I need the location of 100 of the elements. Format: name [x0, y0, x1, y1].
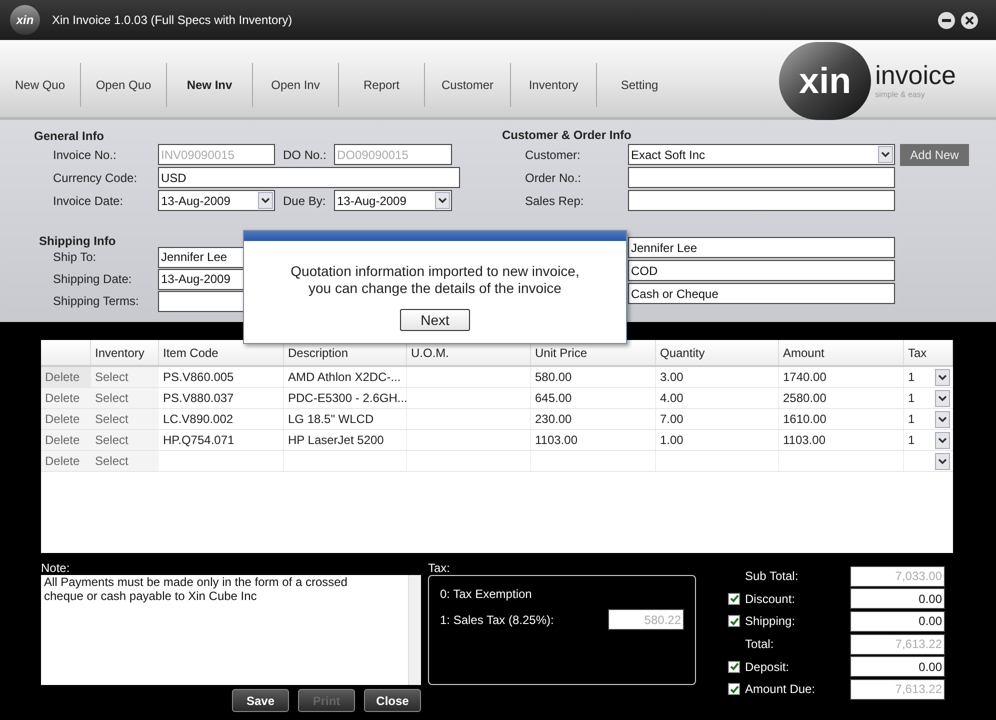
column-header[interactable]: Inventory: [91, 340, 159, 365]
scrollbar[interactable]: [408, 575, 421, 685]
input-field[interactable]: USD: [158, 167, 460, 188]
table-cell: 2580.00: [779, 388, 904, 408]
field-label: Sub Total:: [745, 568, 800, 586]
field-label: Currency Code:: [53, 170, 138, 186]
input-field[interactable]: 0.00: [850, 610, 945, 632]
checkbox[interactable]: [728, 592, 740, 605]
next-button[interactable]: Next: [400, 309, 470, 331]
table-cell-text: 1: [908, 411, 915, 428]
column-header[interactable]: Amount: [779, 340, 904, 365]
column-header[interactable]: Tax: [904, 340, 953, 365]
window-title: Xin Invoice 1.0.03 (Full Specs with Inventory): [52, 12, 292, 29]
toolbar-tab[interactable]: New Quo: [0, 63, 80, 107]
select-link[interactable]: Select: [91, 451, 159, 471]
input-field[interactable]: [628, 167, 895, 188]
delete-link[interactable]: Delete: [41, 409, 91, 429]
table-cell: PS.V860.005: [159, 367, 284, 387]
caret-icon[interactable]: [435, 192, 450, 209]
dropdown-field[interactable]: 13-Aug-2009: [158, 190, 275, 211]
toolbar-tab[interactable]: Report: [338, 63, 424, 107]
checkbox[interactable]: [728, 660, 740, 673]
field-label: Due By:: [282, 192, 327, 210]
table-cell: AMD Athlon X2DC-...: [284, 367, 407, 387]
dialog-message: Quotation information imported to new invoice,: [290, 263, 580, 280]
section-heading: Customer & Order Info: [502, 127, 632, 143]
table-cell: 1.00: [656, 430, 779, 450]
toolbar-tab[interactable]: New Inv: [166, 63, 252, 107]
field-label: Shipping Date:: [53, 271, 133, 288]
logo-tagline: simple & easy: [875, 89, 926, 101]
delete-link[interactable]: Delete: [41, 367, 91, 387]
table-cell: 3.00: [656, 367, 779, 387]
field-label: Customer:: [525, 146, 582, 164]
checkbox[interactable]: [728, 615, 740, 628]
toolbar-tab[interactable]: Open Inv: [252, 63, 338, 107]
note-text: All Payments must be made only in the form of a crossed cheque or cash payable to Xin Cube Inc: [43, 575, 348, 605]
add-new-button[interactable]: Add New: [900, 144, 969, 166]
caret-icon[interactable]: [935, 432, 950, 448]
select-link[interactable]: Select: [91, 367, 159, 387]
table-cell: 580.00: [531, 367, 656, 387]
table-cell: 1610.00: [779, 409, 904, 429]
minimize-icon[interactable]: [938, 12, 955, 28]
toolbar-tab[interactable]: Customer: [424, 63, 510, 107]
field-label: Note:: [41, 560, 71, 575]
field-label: Discount:: [745, 590, 796, 608]
action-button[interactable]: Close: [364, 689, 421, 712]
input-field[interactable]: 0.00: [850, 656, 945, 678]
input-field[interactable]: Cash or Cheque: [628, 283, 895, 304]
caret-icon[interactable]: [258, 192, 273, 209]
input-field[interactable]: Jennifer Lee: [628, 237, 895, 258]
caret-icon[interactable]: [935, 390, 950, 406]
field-label: DO No.:: [282, 146, 328, 164]
table-cell: HP LaserJet 5200: [284, 430, 407, 450]
close-icon[interactable]: [961, 12, 978, 28]
input-field[interactable]: [628, 190, 895, 211]
delete-link[interactable]: Delete: [41, 388, 91, 408]
caret-icon[interactable]: [935, 452, 950, 470]
caret-icon[interactable]: [935, 368, 950, 386]
column-header[interactable]: Quantity: [656, 340, 779, 365]
table-cell: 230.00: [531, 409, 656, 429]
table-cell: 1740.00: [779, 367, 904, 387]
field-label: Amount Due:: [745, 681, 816, 698]
table-cell: 1103.00: [531, 430, 656, 450]
tax-option: 0: Tax Exemption: [440, 585, 684, 609]
input-field[interactable]: COD: [628, 260, 895, 281]
table-cell: PDC-E5300 - 2.6GH...: [284, 388, 407, 408]
field-label: Invoice Date:: [53, 192, 124, 210]
table-cell: 7.00: [656, 409, 779, 429]
logo-text: invoice: [875, 61, 956, 89]
table-cell-text: 1: [908, 390, 915, 407]
dropdown-field[interactable]: Exact Soft Inc: [628, 144, 895, 165]
action-button[interactable]: Save: [232, 689, 289, 712]
app-icon: xin: [10, 5, 40, 35]
select-link[interactable]: Select: [91, 430, 159, 450]
table-cell: LG 18.5" WLCD: [284, 409, 407, 429]
toolbar-tab[interactable]: Inventory: [510, 63, 596, 107]
caret-icon[interactable]: [878, 146, 893, 163]
delete-link[interactable]: Delete: [41, 430, 91, 450]
delete-link[interactable]: Delete: [41, 451, 91, 471]
tax-option: 1: Sales Tax (8.25%):: [440, 610, 554, 628]
toolbar-tab[interactable]: Open Quo: [80, 63, 166, 107]
dropdown-field[interactable]: 13-Aug-2009: [334, 190, 452, 211]
note-field[interactable]: All Payments must be made only in the form of a crossed cheque or cash payable to Xin Cube Inc: [41, 575, 421, 685]
field-label: Sales Rep:: [525, 192, 585, 210]
select-link[interactable]: Select: [91, 409, 159, 429]
field-label: Ship To:: [53, 249, 98, 266]
table-cell: 4.00: [656, 388, 779, 408]
field-label: Shipping Terms:: [53, 293, 140, 310]
logo-mark: xin: [779, 42, 872, 120]
select-link[interactable]: Select: [91, 388, 159, 408]
toolbar-tab[interactable]: Setting: [596, 63, 682, 107]
table-cell: HP.Q754.071: [159, 430, 284, 450]
section-heading: General Info: [34, 128, 106, 143]
field-label: Deposit:: [745, 658, 790, 676]
table-cell: PS.V880.037: [159, 388, 284, 408]
field-label: Invoice No.:: [53, 146, 118, 164]
caret-icon[interactable]: [935, 410, 950, 428]
field-label: Order No.:: [525, 170, 582, 186]
input-field[interactable]: 0.00: [850, 588, 945, 610]
table-cell-text: 1: [908, 432, 915, 449]
